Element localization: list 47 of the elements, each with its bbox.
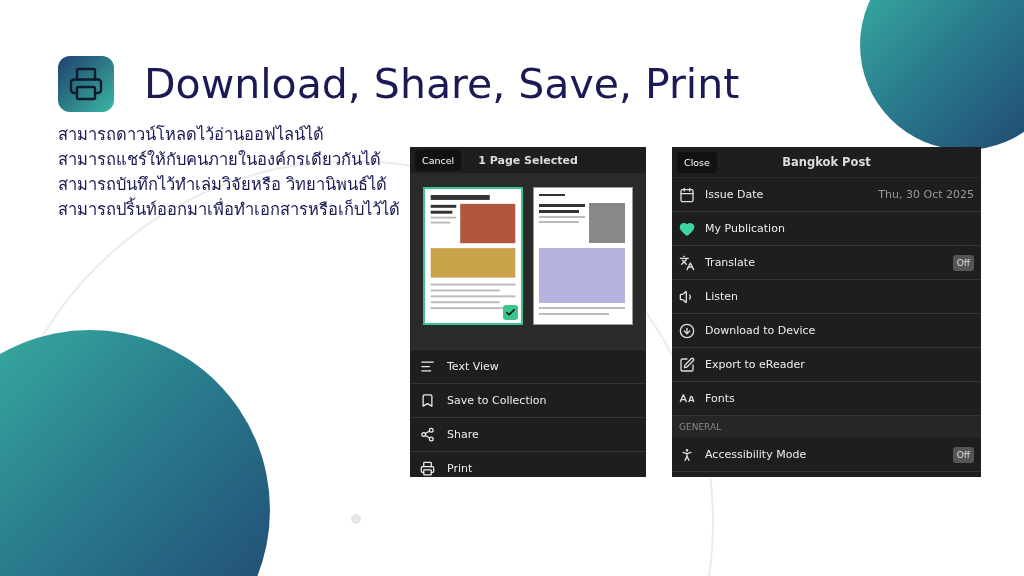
menu-item[interactable]: Print <box>410 451 646 477</box>
item-label: My Publication <box>705 222 786 235</box>
menu-item[interactable]: Save to Collection <box>410 383 646 417</box>
bookmark-icon <box>420 393 435 408</box>
item-label: Export to eReader <box>705 358 806 371</box>
item-label: Download to Device <box>705 324 817 337</box>
menu-item[interactable]: Download to Device <box>672 314 981 348</box>
menu-item[interactable]: Listen <box>672 280 981 314</box>
slide-title: Download, Share, Save, Print <box>144 60 740 108</box>
edit-icon <box>679 356 695 373</box>
close-button[interactable]: Close <box>677 151 717 173</box>
screen-title: 1 Page Selected <box>478 153 578 167</box>
heart-icon <box>679 220 695 237</box>
printer-icon <box>58 56 114 112</box>
newspaper-page-thumbnail[interactable] <box>423 187 523 325</box>
menu-item[interactable]: Share <box>410 417 646 451</box>
menu-item[interactable]: Translate Off <box>672 246 981 280</box>
menu-item[interactable]: Export to eReader <box>672 348 981 382</box>
share-icon <box>420 427 435 442</box>
calendar-icon <box>679 186 695 203</box>
text-lines-icon <box>420 359 435 374</box>
feature-text: สามารถบันทึกไว้ทำเล่มวิจัยหรือ วิทยานิพนธ์ได้ <box>58 174 389 196</box>
toggle-badge[interactable]: Off <box>952 446 974 463</box>
menu-item[interactable]: My Publication <box>672 212 981 246</box>
cancel-button[interactable]: Cancel <box>415 149 462 171</box>
decorative-dot <box>351 514 361 524</box>
feature-text: สามารถแชร์ให้กับคนภายในองค์กรเดียวกันได้ <box>58 149 382 171</box>
menu-item[interactable]: Text View <box>410 349 646 383</box>
toggle-badge[interactable]: Off <box>952 254 974 271</box>
item-label: Issue Date <box>705 188 765 201</box>
section-header: GENERAL <box>672 416 981 438</box>
menu-item[interactable]: Accessibility Mode Off <box>672 438 981 472</box>
item-label: Translate <box>705 256 756 269</box>
translate-icon <box>679 254 695 271</box>
newspaper-page-thumbnail[interactable] <box>533 187 633 325</box>
screen-title: Bangkok Post <box>782 155 871 169</box>
item-label: Fonts <box>705 392 736 405</box>
check-icon <box>503 305 518 320</box>
menu-item[interactable]: Issue Date Thu, 30 Oct 2025 <box>672 178 981 212</box>
feature-text: สามารถปริ้นท์ออกมาเพื่อทำเอกสารหรือเก็บไว้ได้ <box>58 197 410 222</box>
printer-icon <box>420 461 435 476</box>
feature-text: สามารถดาวน์โหลดไว้อ่านออฟไลน์ได้ <box>58 124 325 146</box>
item-value: Thu, 30 Oct 2025 <box>878 188 974 201</box>
item-label: Listen <box>705 290 739 303</box>
item-label: Accessibility Mode <box>705 448 808 461</box>
accessibility-icon <box>679 446 695 463</box>
download-icon <box>679 322 695 339</box>
